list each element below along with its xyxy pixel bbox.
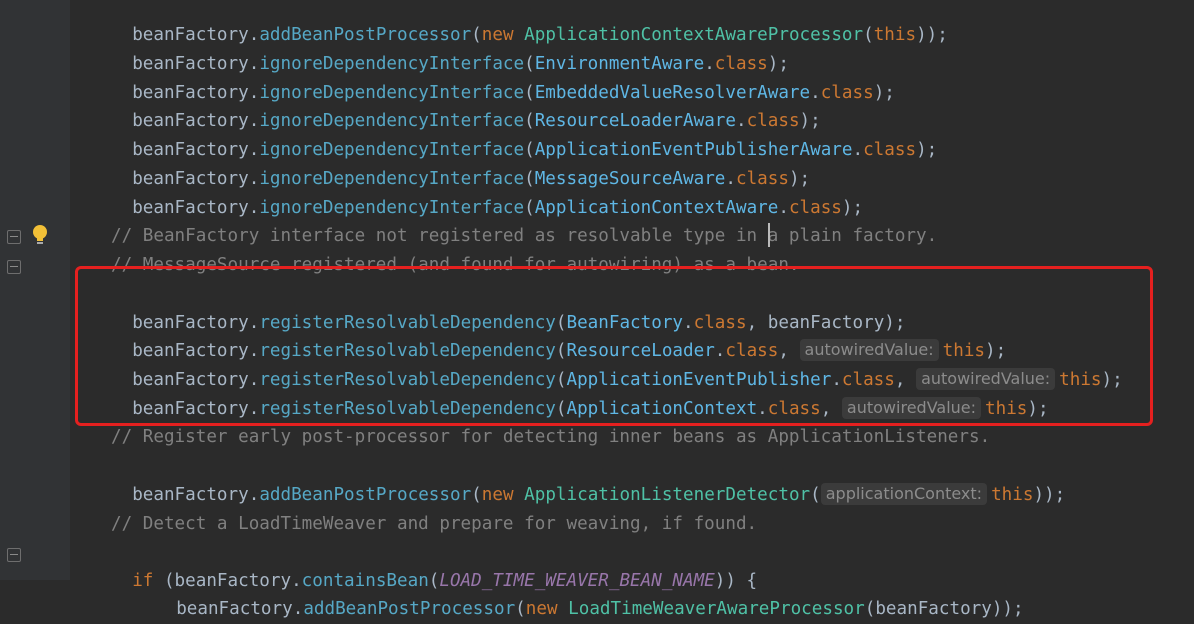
identifier: beanFactory <box>176 599 293 619</box>
keyword: class <box>863 140 917 160</box>
code-line: beanFactory.addBeanPostProcessor(new App… <box>111 452 1065 505</box>
punct: ( <box>524 198 535 218</box>
code-line: beanFactory.ignoreDependencyInterface(Re… <box>111 78 821 131</box>
code-line: beanFactory.ignoreDependencyInterface(En… <box>111 21 789 74</box>
punct: ( <box>863 25 874 45</box>
method-name: ignoreDependencyInterface <box>259 198 525 218</box>
punct: ( <box>471 485 482 505</box>
dot: . <box>778 198 789 218</box>
type-name: LoadTimeWeaverAwareProcessor <box>568 599 865 619</box>
identifier: beanFactory <box>132 198 249 218</box>
code-line: beanFactory.ignoreDependencyInterface(Em… <box>111 50 895 103</box>
code-line: if (beanFactory.containsBean(LOAD_TIME_W… <box>111 538 757 591</box>
code-line: beanFactory.ignoreDependencyInterface(Ap… <box>111 165 863 218</box>
keyword: new <box>481 485 514 505</box>
keyword: new <box>525 599 558 619</box>
fold-icon[interactable] <box>7 548 21 562</box>
punct: ); <box>873 83 895 103</box>
keyword: class <box>820 83 874 103</box>
punct: ); <box>841 198 864 218</box>
lightbulb-icon[interactable] <box>30 224 50 246</box>
code-comment: // Register early post-processor for det… <box>111 427 991 447</box>
identifier: beanFactory <box>132 485 249 505</box>
type-name: ApplicationListenerDetector <box>524 485 811 505</box>
punct: )); <box>916 25 948 45</box>
punct: ( <box>515 599 526 619</box>
punct: ); <box>916 140 938 160</box>
text-cursor <box>768 223 770 247</box>
method-name: addBeanPostProcessor <box>259 485 472 505</box>
fold-icon[interactable] <box>7 230 21 244</box>
code-comment: // BeanFactory interface not registered … <box>111 226 938 246</box>
keyword: class <box>788 198 842 218</box>
dot: . <box>248 485 260 505</box>
dot: . <box>852 140 864 160</box>
annotation-highlight-box <box>75 266 1153 426</box>
code-line: beanFactory.ignoreDependencyInterface(Ap… <box>111 107 937 160</box>
keyword: this <box>991 485 1034 505</box>
punct: (beanFactory)); <box>864 599 1024 619</box>
code-comment: // Detect a LoadTimeWeaver and prepare f… <box>111 514 758 534</box>
type-name: ApplicationContextAware <box>534 198 779 218</box>
punct: )); <box>1033 485 1066 505</box>
code-line: beanFactory.addBeanPostProcessor(new Loa… <box>155 566 1023 619</box>
fold-icon[interactable] <box>7 260 21 274</box>
keyword: if <box>132 571 154 591</box>
parameter-hint: applicationContext: <box>820 483 988 505</box>
punct: ( <box>810 485 821 505</box>
method-name: addBeanPostProcessor <box>303 599 516 619</box>
editor-gutter <box>0 0 71 580</box>
keyword: this <box>873 25 917 45</box>
code-line: beanFactory.addBeanPostProcessor(new App… <box>111 0 948 45</box>
dot: . <box>248 198 260 218</box>
dot: . <box>292 599 304 619</box>
code-line: beanFactory.ignoreDependencyInterface(Me… <box>111 136 810 189</box>
